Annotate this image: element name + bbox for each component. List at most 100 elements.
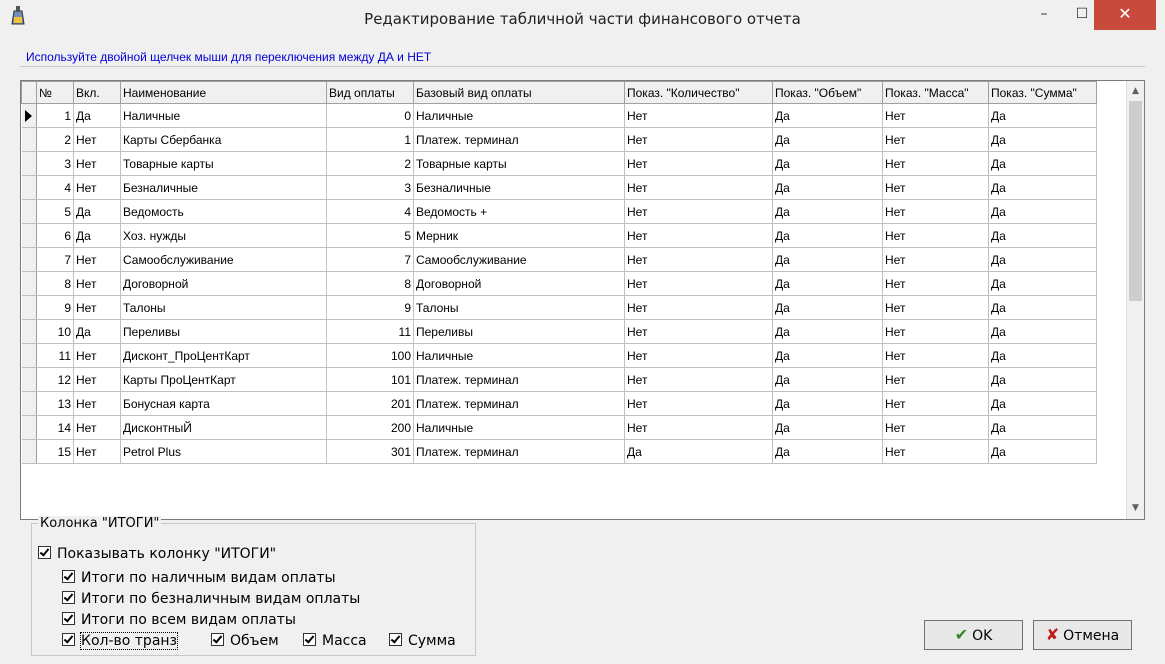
enabled-cell[interactable]: Нет (73, 343, 121, 368)
row-indicator[interactable] (21, 415, 37, 440)
show-quantity-cell[interactable]: Нет (624, 271, 773, 296)
show-volume-cell[interactable]: Да (772, 367, 883, 392)
show-mass-cell[interactable]: Нет (882, 343, 989, 368)
show-mass-cell[interactable]: Нет (882, 319, 989, 344)
all-totals-checkbox[interactable]: Итоги по всем видам оплаты (62, 612, 296, 628)
row-number[interactable]: 11 (36, 343, 74, 368)
show-volume-cell[interactable]: Да (772, 391, 883, 416)
base-payment-cell[interactable]: Ведомость + (413, 199, 625, 224)
table-row[interactable]: 8 Нет Договорной 8 Договорной Нет Да Нет Да (21, 271, 1097, 296)
name-cell[interactable]: Наличные (120, 103, 327, 128)
row-indicator[interactable] (21, 247, 37, 272)
name-cell[interactable]: Ведомость (120, 199, 327, 224)
show-volume-cell[interactable]: Да (772, 271, 883, 296)
enabled-cell[interactable]: Нет (73, 175, 121, 200)
noncash-totals-checkbox[interactable]: Итоги по безналичным видам оплаты (62, 591, 360, 607)
payment-type-cell[interactable]: 4 (326, 199, 414, 224)
base-payment-cell[interactable]: Платеж. терминал (413, 439, 625, 464)
scroll-up-icon[interactable]: ▲ (1127, 83, 1144, 100)
row-indicator[interactable] (21, 343, 37, 368)
scroll-thumb[interactable] (1129, 101, 1142, 301)
show-mass-cell[interactable]: Нет (882, 367, 989, 392)
row-number[interactable]: 13 (36, 391, 74, 416)
payment-type-cell[interactable]: 200 (326, 415, 414, 440)
name-cell[interactable]: Талоны (120, 295, 327, 320)
payment-type-cell[interactable]: 0 (326, 103, 414, 128)
base-payment-cell[interactable]: Наличные (413, 415, 625, 440)
close-button[interactable]: ✕ (1094, 0, 1156, 30)
payment-type-cell[interactable]: 8 (326, 271, 414, 296)
payment-types-grid[interactable]: № Вкл. Наименование Вид оплаты Базовый в… (20, 80, 1145, 520)
column-header[interactable]: Показ. "Количество" (624, 81, 773, 104)
table-row[interactable]: 14 Нет ДисконтныЙ 200 Наличные Нет Да Нет Да (21, 415, 1097, 440)
show-mass-cell[interactable]: Нет (882, 151, 989, 176)
show-quantity-cell[interactable]: Нет (624, 223, 773, 248)
row-indicator[interactable] (21, 391, 37, 416)
table-row[interactable]: 6 Да Хоз. нужды 5 Мерник Нет Да Нет Да (21, 223, 1097, 248)
minimize-button[interactable]: – (1024, 0, 1064, 30)
sum-checkbox[interactable]: Сумма (389, 633, 456, 649)
show-quantity-cell[interactable]: Нет (624, 415, 773, 440)
show-quantity-cell[interactable]: Нет (624, 319, 773, 344)
enabled-cell[interactable]: Да (73, 223, 121, 248)
show-mass-cell[interactable]: Нет (882, 295, 989, 320)
name-cell[interactable]: Бонусная карта (120, 391, 327, 416)
show-volume-cell[interactable]: Да (772, 415, 883, 440)
name-cell[interactable]: Договорной (120, 271, 327, 296)
row-indicator[interactable] (21, 127, 37, 152)
show-sum-cell[interactable]: Да (988, 415, 1097, 440)
name-cell[interactable]: Карты Сбербанка (120, 127, 327, 152)
row-indicator[interactable] (21, 103, 37, 128)
show-sum-cell[interactable]: Да (988, 343, 1097, 368)
column-header[interactable]: Базовый вид оплаты (413, 81, 625, 104)
show-volume-cell[interactable]: Да (772, 247, 883, 272)
row-number[interactable]: 3 (36, 151, 74, 176)
show-volume-cell[interactable]: Да (772, 319, 883, 344)
row-number[interactable]: 9 (36, 295, 74, 320)
payment-type-cell[interactable]: 3 (326, 175, 414, 200)
show-mass-cell[interactable]: Нет (882, 415, 989, 440)
show-sum-cell[interactable]: Да (988, 295, 1097, 320)
show-mass-cell[interactable]: Нет (882, 127, 989, 152)
show-mass-cell[interactable]: Нет (882, 391, 989, 416)
base-payment-cell[interactable]: Товарные карты (413, 151, 625, 176)
name-cell[interactable]: Хоз. нужды (120, 223, 327, 248)
row-indicator[interactable] (21, 175, 37, 200)
name-cell[interactable]: ДисконтныЙ (120, 415, 327, 440)
table-row[interactable]: 7 Нет Самообслуживание 7 Самообслуживание Нет… (21, 247, 1097, 272)
column-header[interactable]: Наименование (120, 81, 327, 104)
show-quantity-cell[interactable]: Нет (624, 199, 773, 224)
show-quantity-cell[interactable]: Нет (624, 391, 773, 416)
table-row[interactable]: 13 Нет Бонусная карта 201 Платеж. терминал Не… (21, 391, 1097, 416)
name-cell[interactable]: Дисконт_ПроЦентКарт (120, 343, 327, 368)
row-number[interactable]: 14 (36, 415, 74, 440)
show-totals-checkbox[interactable]: Показывать колонку "ИТОГИ" (38, 546, 276, 562)
base-payment-cell[interactable]: Мерник (413, 223, 625, 248)
base-payment-cell[interactable]: Платеж. терминал (413, 391, 625, 416)
show-quantity-cell[interactable]: Нет (624, 127, 773, 152)
mass-checkbox[interactable]: Масса (303, 633, 367, 649)
name-cell[interactable]: Товарные карты (120, 151, 327, 176)
show-quantity-cell[interactable]: Нет (624, 295, 773, 320)
row-indicator[interactable] (21, 199, 37, 224)
table-row[interactable]: 15 Нет Petrol Plus 301 Платеж. терминал Да Да Н… (21, 439, 1097, 464)
show-sum-cell[interactable]: Да (988, 223, 1097, 248)
base-payment-cell[interactable]: Безналичные (413, 175, 625, 200)
enabled-cell[interactable]: Да (73, 103, 121, 128)
table-row[interactable]: 5 Да Ведомость 4 Ведомость + Нет Да Нет Да (21, 199, 1097, 224)
payment-type-cell[interactable]: 9 (326, 295, 414, 320)
show-mass-cell[interactable]: Нет (882, 271, 989, 296)
enabled-cell[interactable]: Нет (73, 151, 121, 176)
show-quantity-cell[interactable]: Нет (624, 343, 773, 368)
table-row[interactable]: 2 Нет Карты Сбербанка 1 Платеж. терминал Нет Д… (21, 127, 1097, 152)
show-mass-cell[interactable]: Нет (882, 175, 989, 200)
show-sum-cell[interactable]: Да (988, 271, 1097, 296)
name-cell[interactable]: Карты ПроЦентКарт (120, 367, 327, 392)
table-row[interactable]: 3 Нет Товарные карты 2 Товарные карты Нет Да Не… (21, 151, 1097, 176)
base-payment-cell[interactable]: Переливы (413, 319, 625, 344)
row-number[interactable]: 4 (36, 175, 74, 200)
enabled-cell[interactable]: Нет (73, 271, 121, 296)
enabled-cell[interactable]: Нет (73, 415, 121, 440)
show-quantity-cell[interactable]: Нет (624, 151, 773, 176)
show-mass-cell[interactable]: Нет (882, 247, 989, 272)
